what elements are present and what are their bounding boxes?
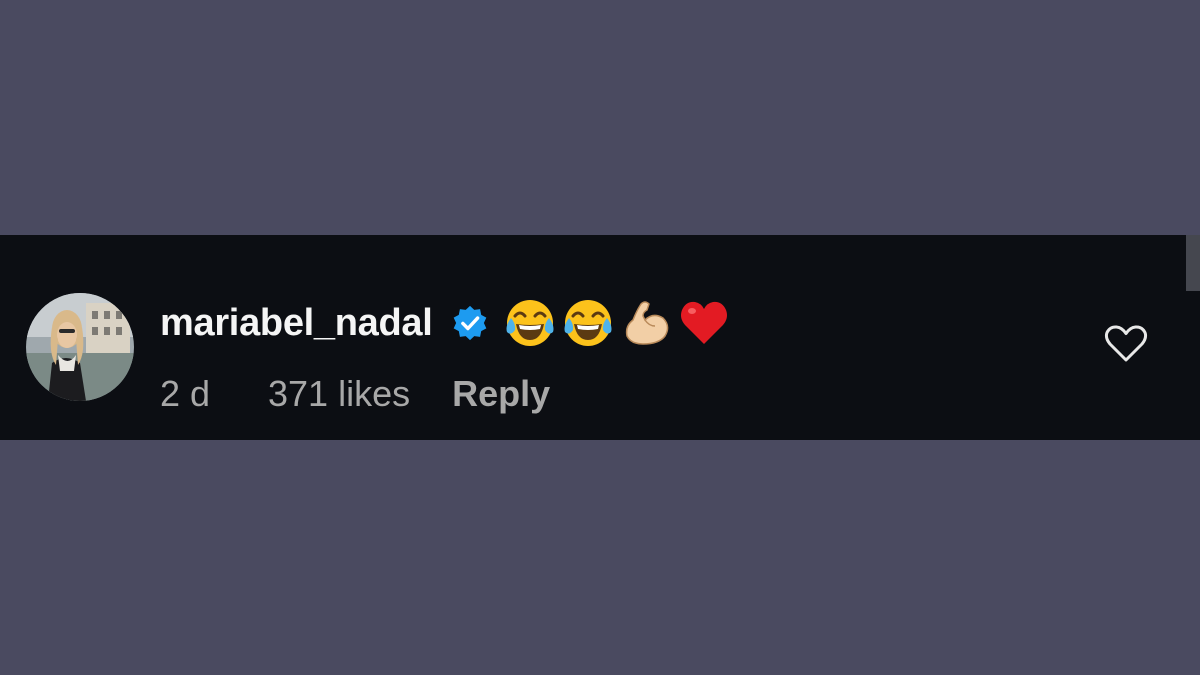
comment-row: mariabel_nadal 2 d 371 likes Reply [0, 235, 1200, 440]
verified-badge-icon [451, 304, 489, 342]
username[interactable]: mariabel_nadal [160, 302, 433, 345]
likes-count[interactable]: 371 likes [268, 373, 410, 415]
tears-of-joy-emoji-icon [503, 296, 557, 350]
tears-of-joy-emoji-icon [561, 296, 615, 350]
comment-header: mariabel_nadal [160, 295, 735, 351]
comment-text [503, 296, 735, 350]
timestamp: 2 d [160, 373, 211, 414]
like-heart-icon[interactable] [1103, 323, 1149, 365]
reply-button[interactable]: Reply [452, 373, 550, 415]
comment-meta: 2 d 371 likes Reply [160, 373, 550, 415]
scrollbar-thumb[interactable] [1186, 235, 1200, 291]
flexed-biceps-emoji-icon [619, 296, 673, 350]
avatar[interactable] [26, 293, 134, 401]
red-heart-emoji-icon [677, 296, 731, 350]
